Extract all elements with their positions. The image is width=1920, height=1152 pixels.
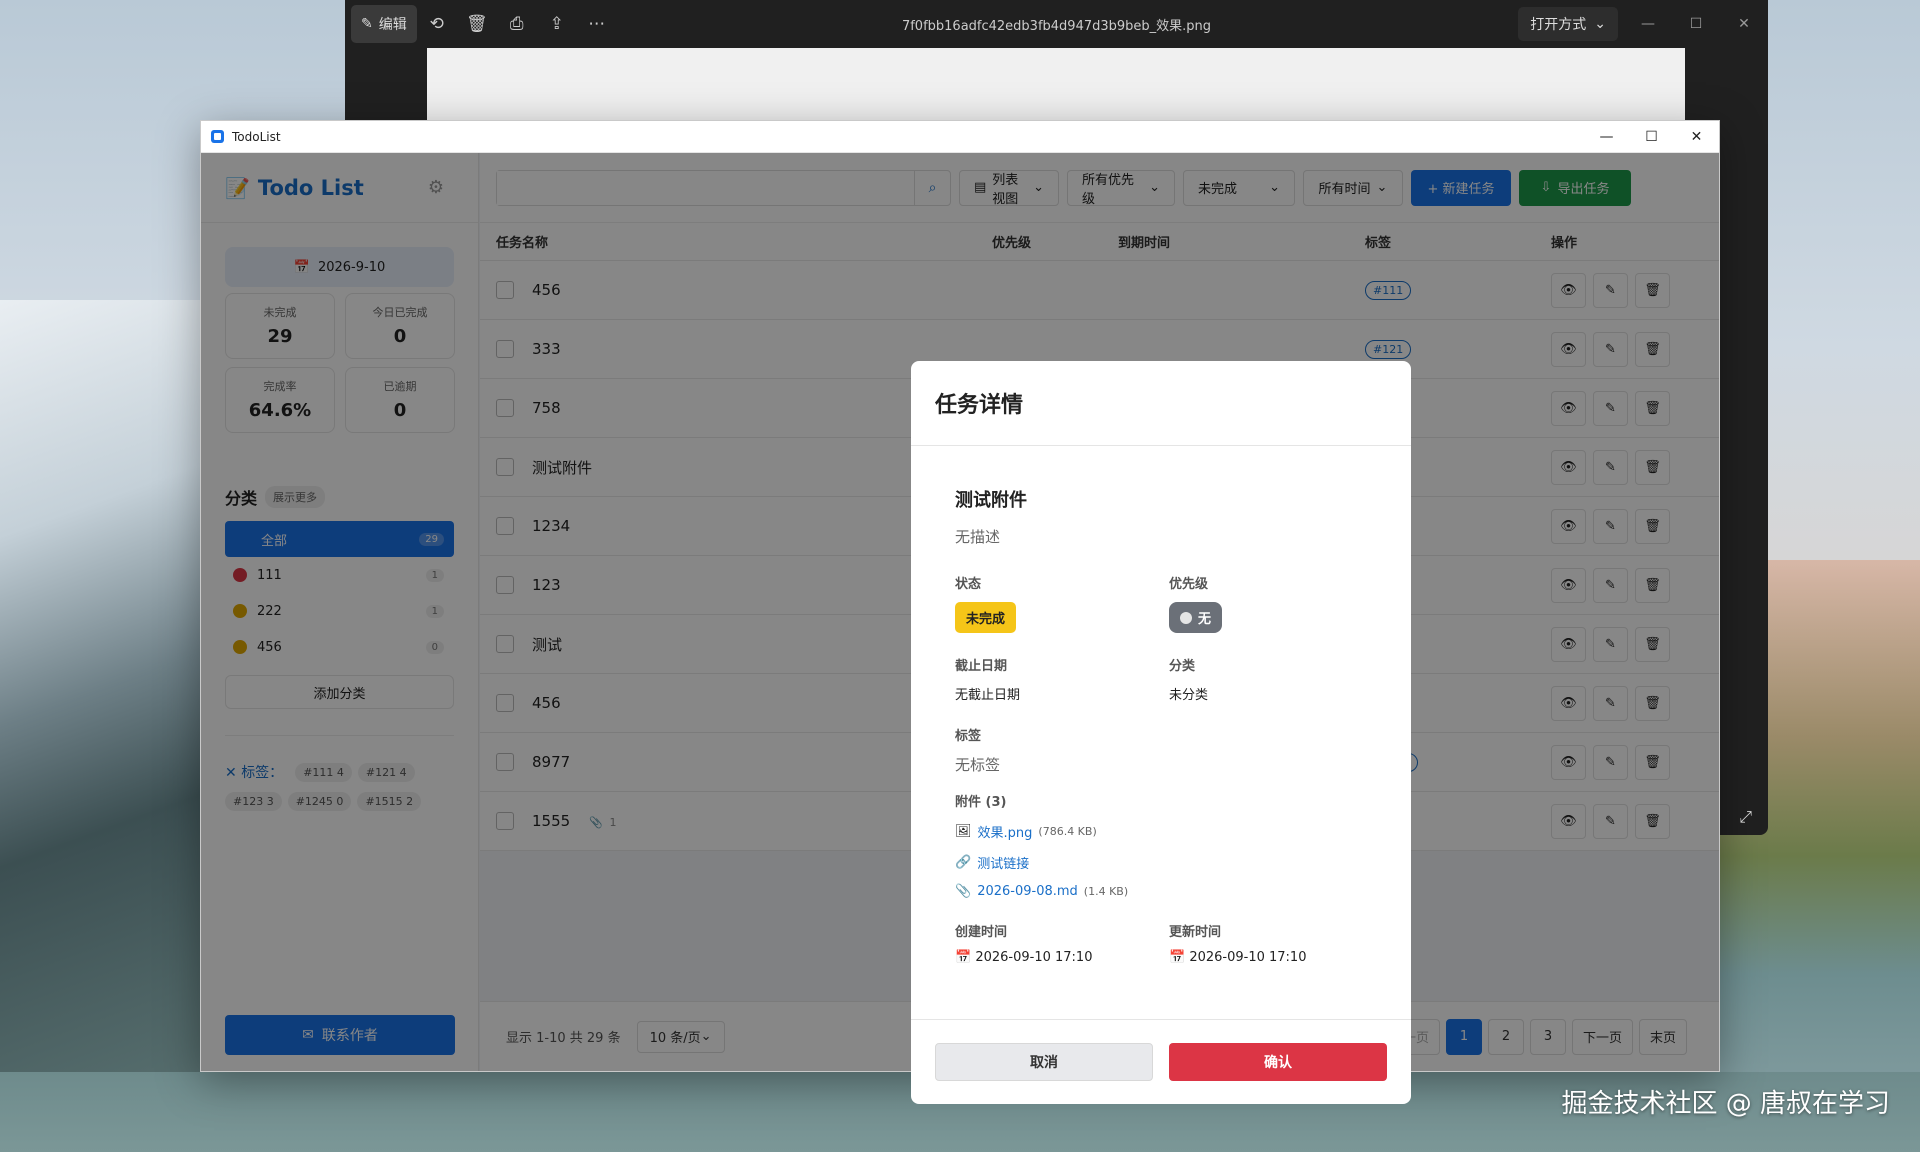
task-description: 无描述: [955, 528, 1001, 546]
category-value: 未分类: [1169, 688, 1209, 703]
priority-value: 无: [1198, 612, 1212, 627]
tags-value: 无标签: [955, 756, 1001, 774]
attachments-label: 附件 (3): [955, 795, 1007, 810]
updated-value: 2026-09-10 17:10: [1189, 950, 1307, 965]
chevron-down-icon: ⌄: [1594, 16, 1606, 32]
modal-title: 任务详情: [911, 361, 1411, 446]
due-date-label: 截止日期: [955, 659, 1008, 674]
viewer-toolbar: ✎ 编辑 ⟲ 🗑 ⎙ ⇪ ⋯ 7f0fbb16adfc42edb3fb4d947…: [345, 0, 1768, 48]
attachment-link[interactable]: 效果.png: [978, 822, 1033, 841]
minimize-icon[interactable]: —: [1584, 121, 1629, 153]
viewer-edit-label: 编辑: [378, 17, 407, 33]
viewer-maximize-icon[interactable]: ☐: [1672, 0, 1720, 48]
attachment-item[interactable]: 📎 2026-09-08.md (1.4 KB): [955, 884, 1367, 899]
circle-icon: [1180, 611, 1192, 624]
created-label: 创建时间: [955, 925, 1008, 940]
link-icon: 🔗: [955, 855, 972, 870]
rotate-icon[interactable]: ⟲: [417, 5, 457, 43]
viewer-edit-button[interactable]: ✎ 编辑: [351, 5, 417, 43]
calendar-icon: 📅: [1169, 950, 1186, 965]
attachment-item[interactable]: 🖼 效果.png (786.4 KB): [955, 822, 1367, 841]
confirm-button[interactable]: 确认: [1169, 1043, 1387, 1081]
close-icon[interactable]: ✕: [1674, 121, 1719, 153]
due-date-value: 无截止日期: [955, 688, 1021, 703]
task-detail-modal: 任务详情 测试附件 无描述 状态 未完成 优先级 无 截止日期 无截止日期 分类: [911, 361, 1411, 1104]
viewer-minimize-icon[interactable]: —: [1624, 0, 1672, 48]
maximize-icon[interactable]: ☐: [1629, 121, 1674, 153]
print-icon[interactable]: ⎙: [497, 5, 537, 43]
status-badge: 未完成: [955, 602, 1017, 633]
more-icon[interactable]: ⋯: [577, 5, 617, 43]
viewer-close-icon[interactable]: ✕: [1720, 0, 1768, 48]
attachment-size: (786.4 KB): [1038, 825, 1097, 838]
created-value: 2026-09-10 17:10: [975, 950, 1093, 965]
updated-label: 更新时间: [1169, 925, 1222, 940]
category-label: 分类: [1169, 659, 1196, 674]
attachment-link[interactable]: 2026-09-08.md: [977, 884, 1078, 899]
open-with-button[interactable]: 打开方式 ⌄: [1518, 7, 1618, 41]
modal-body: 测试附件 无描述 状态 未完成 优先级 无 截止日期 无截止日期 分类 未分类: [911, 446, 1411, 1020]
window-titlebar: TodoList — ☐ ✕: [201, 121, 1719, 153]
attachment-size: (1.4 KB): [1083, 885, 1129, 898]
app-icon: [211, 130, 224, 143]
todolist-window: TodoList — ☐ ✕ 📝 Todo List ⚙ 📅 2026-9-10…: [200, 120, 1720, 1104]
modal-footer: 取消 确认: [911, 1019, 1411, 1104]
window-title: TodoList: [232, 129, 281, 144]
priority-label: 优先级: [1169, 577, 1209, 592]
attachment-item[interactable]: 🔗 测试链接: [955, 853, 1367, 872]
edit-icon: ✎: [361, 16, 373, 32]
share-icon[interactable]: ⇪: [537, 5, 577, 43]
open-with-label: 打开方式: [1530, 17, 1587, 33]
delete-icon[interactable]: 🗑: [457, 5, 497, 43]
tags-label: 标签: [955, 729, 982, 744]
paperclip-icon: 📎: [955, 884, 972, 899]
cancel-button[interactable]: 取消: [935, 1043, 1153, 1081]
watermark-text: 掘金技术社区 @ 唐叔在学习: [1561, 1089, 1890, 1119]
expand-icon[interactable]: ⤢: [1739, 807, 1752, 827]
status-label: 状态: [955, 577, 982, 592]
calendar-icon: 📅: [955, 950, 972, 965]
priority-badge: 无: [1169, 602, 1223, 633]
image-file-icon: 🖼: [955, 824, 972, 839]
attachment-link[interactable]: 测试链接: [977, 853, 1029, 872]
task-title: 测试附件: [955, 490, 1027, 511]
